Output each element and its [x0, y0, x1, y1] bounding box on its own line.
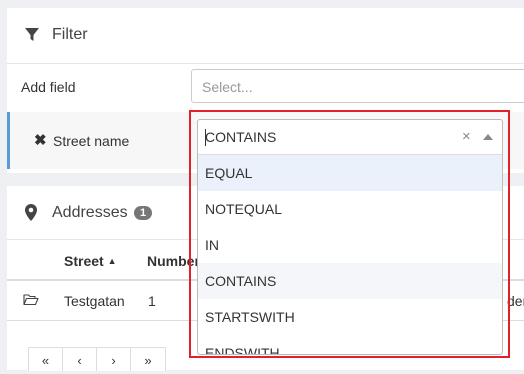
sort-ascending-icon: ▲	[107, 256, 117, 266]
chevron-up-icon[interactable]	[483, 134, 493, 140]
criterion-label: Street name	[53, 133, 130, 149]
prev-page-button[interactable]: ‹	[63, 348, 97, 371]
pagination: « ‹ › »	[28, 347, 166, 371]
option-notequal[interactable]: NOTEQUAL	[198, 191, 502, 227]
option-endswith[interactable]: ENDSWITH	[198, 335, 502, 354]
operator-select-input[interactable]: CONTAINS ×	[198, 120, 502, 155]
column-header-street[interactable]: Street ▲	[64, 253, 117, 269]
filter-title: Filter	[52, 26, 88, 43]
folder-open-icon[interactable]	[23, 293, 39, 306]
option-contains[interactable]: CONTAINS	[198, 263, 502, 299]
first-page-button[interactable]: «	[29, 348, 63, 371]
operator-select-value: CONTAINS	[205, 129, 277, 145]
count-badge: 1	[134, 206, 153, 220]
cell-number: 1	[148, 293, 156, 309]
addresses-title: Addresses	[52, 204, 128, 221]
next-page-button[interactable]: ›	[97, 348, 131, 371]
cell-street: Testgatan	[64, 293, 125, 309]
option-startswith[interactable]: STARTSWITH	[198, 299, 502, 335]
option-equal[interactable]: EQUAL	[198, 155, 502, 191]
filter-icon	[25, 28, 39, 41]
add-field-select[interactable]: Select...	[191, 69, 524, 103]
text-caret	[205, 129, 206, 146]
remove-criterion-icon[interactable]: ✖	[34, 131, 47, 149]
operator-dropdown[interactable]: CONTAINS × EQUAL NOTEQUAL IN CONTAINS ST…	[197, 119, 503, 355]
filter-header: Filter	[7, 8, 524, 64]
map-pin-icon	[25, 204, 37, 221]
add-field-placeholder: Select...	[202, 79, 253, 95]
last-page-button[interactable]: »	[131, 348, 165, 371]
add-field-label: Add field	[21, 79, 76, 95]
cell-truncated: den	[507, 293, 524, 309]
clear-icon[interactable]: ×	[462, 128, 471, 145]
option-in[interactable]: IN	[198, 227, 502, 263]
column-header-number[interactable]: Number	[147, 253, 200, 269]
